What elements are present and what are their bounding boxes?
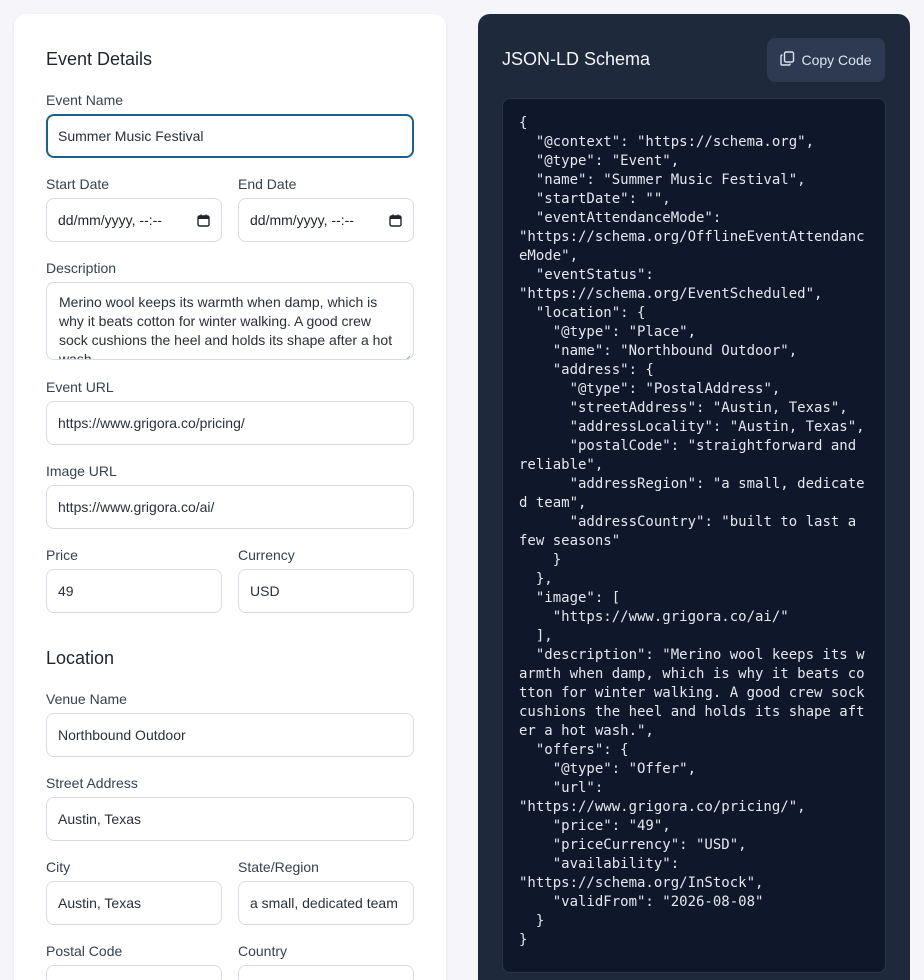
event-name-label: Event Name — [46, 92, 124, 108]
event-name-input[interactable]: Summer Music Festival — [46, 114, 414, 158]
end-date-input[interactable]: dd/mm/yyyy, --:-- — [238, 198, 414, 242]
state-region-label: State/Region — [238, 859, 319, 875]
price-input[interactable]: 49 — [46, 569, 222, 613]
end-date-label: End Date — [238, 176, 297, 192]
image-url-input[interactable]: https://www.grigora.co/ai/ — [46, 485, 414, 529]
event-url-input[interactable]: https://www.grigora.co/pricing/ — [46, 401, 414, 445]
currency-label: Currency — [238, 547, 295, 563]
event-details-heading: Event Details — [46, 49, 153, 69]
start-date-label: Start Date — [46, 176, 110, 192]
start-date-input[interactable]: dd/mm/yyyy, --:-- — [46, 198, 222, 242]
postal-code-label: Postal Code — [46, 943, 123, 959]
resize-grip-icon[interactable] — [403, 349, 411, 359]
postal-code-input[interactable] — [46, 965, 222, 980]
code-block[interactable]: { "@context": "https://schema.org", "@ty… — [502, 98, 886, 973]
schema-panel: JSON-LD Schema Copy Code { "@context": "… — [478, 14, 910, 980]
city-label: City — [46, 859, 71, 875]
location-heading: Location — [46, 648, 115, 668]
description-textarea[interactable]: Merino wool keeps its warmth when damp, … — [46, 282, 414, 360]
city-input[interactable]: Austin, Texas — [46, 881, 222, 925]
copy-code-button[interactable]: Copy Code — [767, 38, 885, 82]
venue-name-label: Venue Name — [46, 691, 127, 707]
description-label: Description — [46, 260, 117, 276]
description-text: Merino wool keeps its warmth when damp, … — [59, 294, 393, 360]
event-form-card: Event Details Event Name Summer Music Fe… — [14, 14, 446, 980]
event-url-label: Event URL — [46, 379, 114, 395]
state-region-input[interactable]: a small, dedicated team — [238, 881, 414, 925]
image-url-label: Image URL — [46, 463, 117, 479]
currency-input[interactable]: USD — [238, 569, 414, 613]
start-date-value: dd/mm/yyyy, --:-- — [58, 212, 162, 228]
venue-name-input[interactable]: Northbound Outdoor — [46, 713, 414, 757]
copy-icon — [780, 51, 795, 69]
street-address-input[interactable]: Austin, Texas — [46, 797, 414, 841]
country-label: Country — [238, 943, 288, 959]
price-label: Price — [46, 547, 78, 563]
country-input[interactable] — [238, 965, 414, 980]
street-address-label: Street Address — [46, 775, 138, 791]
calendar-icon[interactable] — [197, 214, 210, 227]
copy-code-label: Copy Code — [801, 52, 872, 68]
json-ld-code: { "@context": "https://schema.org", "@ty… — [519, 115, 865, 948]
schema-panel-title: JSON-LD Schema — [502, 49, 651, 69]
end-date-value: dd/mm/yyyy, --:-- — [250, 212, 354, 228]
calendar-icon[interactable] — [389, 214, 402, 227]
